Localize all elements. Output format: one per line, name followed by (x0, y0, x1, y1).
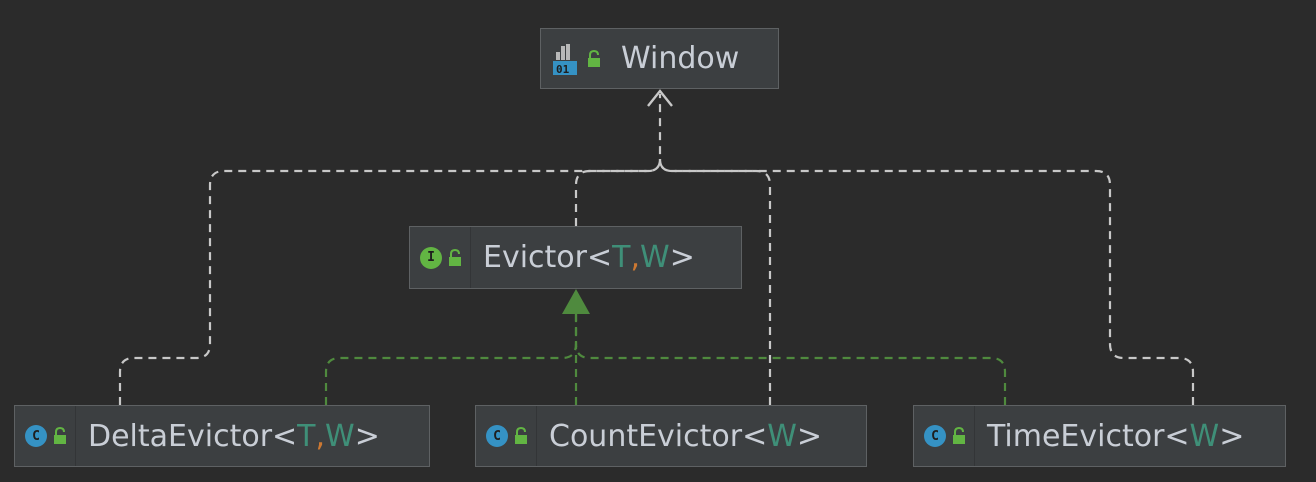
class-icon: C (486, 425, 508, 447)
window-class-name: Window (609, 29, 753, 88)
abstract-class-binary-icon: 01 (553, 43, 577, 76)
deltaevictor-type-param-w: W (325, 418, 355, 454)
countevictor-class-node[interactable]: C CountEvictor< W > (475, 405, 867, 467)
window-node-icons: 01 (541, 29, 609, 88)
deltaevictor-name-base: DeltaEvictor< (88, 418, 298, 454)
class-icon: C (924, 425, 946, 447)
edge-evictor-to-window (574, 158, 662, 226)
interface-icon: I (420, 246, 442, 269)
countevictor-name-close: > (796, 418, 823, 454)
deltaevictor-node-icons: C (15, 406, 75, 466)
deltaevictor-class-name: DeltaEvictor< T, W > (75, 406, 394, 466)
countevictor-class-name: CountEvictor< W > (536, 406, 836, 466)
timeevictor-node-icons: C (914, 406, 974, 466)
deltaevictor-type-param-t: T (297, 418, 316, 454)
class-icon: C (25, 425, 47, 447)
window-name: Window (621, 41, 740, 76)
timeevictor-name-base: TimeEvictor< (987, 418, 1190, 454)
countevictor-type-param-w: W (767, 418, 797, 454)
evictor-interface-name: Evictor< T, W > (470, 227, 709, 288)
evictor-name-close: > (669, 240, 695, 275)
timeevictor-name-close: > (1219, 418, 1245, 454)
evictor-name-base: Evictor< (483, 240, 613, 275)
public-lock-icon (953, 427, 965, 444)
evictor-node-icons: I (410, 227, 470, 288)
deltaevictor-class-node[interactable]: C DeltaEvictor< T, W > (14, 405, 430, 467)
uml-class-diagram: 01 Window I Evictor< T, W > C DeltaEvict… (0, 0, 1316, 482)
window-arrowhead (647, 89, 673, 107)
evictor-type-param-t: T (612, 240, 631, 275)
window-class-node[interactable]: 01 Window (540, 28, 779, 89)
deltaevictor-name-close: > (354, 418, 380, 454)
evictor-type-param-comma: , (630, 240, 641, 275)
evictor-type-param-w: W (640, 240, 670, 275)
timeevictor-type-param-w: W (1189, 418, 1220, 454)
public-lock-icon (588, 49, 600, 67)
evictor-interface-node[interactable]: I Evictor< T, W > (409, 226, 742, 289)
countevictor-name-base: CountEvictor< (549, 418, 768, 454)
edge-timeevictor-implements (574, 343, 1007, 405)
countevictor-node-icons: C (476, 406, 536, 466)
evictor-arrowhead (562, 289, 590, 314)
edge-deltaevictor-implements (324, 312, 578, 405)
public-lock-icon (515, 427, 527, 444)
svg-text:01: 01 (556, 63, 570, 76)
public-lock-icon (449, 248, 461, 266)
public-lock-icon (54, 427, 66, 444)
timeevictor-class-name: TimeEvictor< W > (974, 406, 1258, 466)
timeevictor-class-node[interactable]: C TimeEvictor< W > (913, 405, 1286, 467)
deltaevictor-type-param-comma: , (315, 418, 326, 454)
